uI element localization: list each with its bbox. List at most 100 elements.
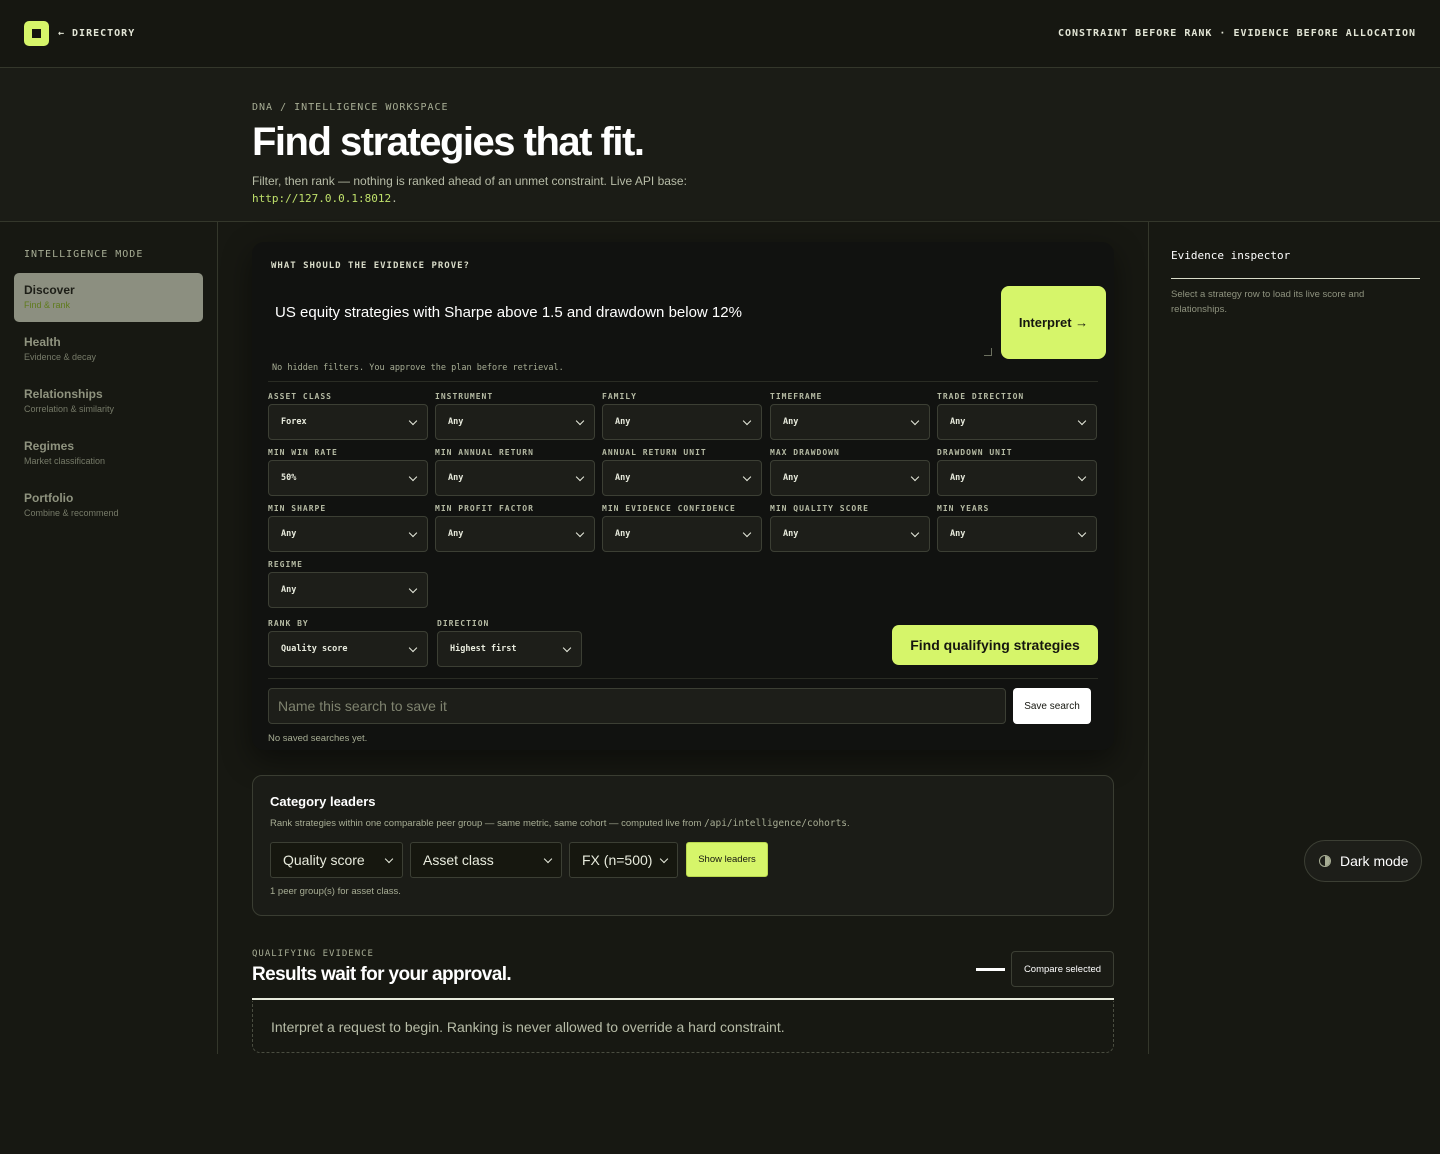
filter-label: DRAWDOWN UNIT (937, 448, 1013, 457)
filter-label: FAMILY (602, 392, 637, 401)
results-eyebrow: QUALIFYING EVIDENCE (252, 949, 374, 959)
interpret-button[interactable]: Interpret → (1001, 286, 1106, 359)
api-base-suffix: . (391, 192, 398, 205)
sidebar-item-regimes[interactable]: Regimes Market classification (14, 429, 203, 478)
chevron-down-icon (384, 854, 394, 864)
sidebar-item-health[interactable]: Health Evidence & decay (14, 325, 203, 374)
min-sharpe-select[interactable]: Any (268, 516, 428, 552)
find-strategies-button[interactable]: Find qualifying strategies (892, 625, 1098, 665)
select-value: Any (950, 417, 966, 427)
family-select[interactable]: Any (602, 404, 762, 440)
rank-by-field: RANK BY Quality score (268, 619, 428, 667)
sidebar-item-sub: Market classification (24, 456, 106, 466)
min-years-select[interactable]: Any (937, 516, 1097, 552)
leaders-metric-select[interactable]: Quality score (270, 842, 403, 878)
chevron-down-icon (910, 416, 920, 426)
instrument-select[interactable]: Any (435, 404, 595, 440)
resize-grip-icon[interactable] (984, 348, 992, 356)
sidebar-item-label: Health (24, 335, 61, 349)
select-value: FX (n=500) (582, 852, 653, 868)
select-value: Any (615, 417, 631, 427)
filter-min-quality-score: MIN QUALITY SCORE Any (770, 504, 930, 552)
rank-by-select[interactable]: Quality score (268, 631, 428, 667)
select-value: Any (783, 529, 799, 539)
filter-timeframe: TIMEFRAME Any (770, 392, 930, 440)
filter-label: REGIME (268, 560, 303, 569)
dark-mode-toggle[interactable]: Dark mode (1304, 840, 1422, 882)
api-base-url: http://127.0.0.1:8012 (252, 192, 392, 205)
saved-searches-note: No saved searches yet. (268, 733, 368, 744)
directory-link[interactable]: ← DIRECTORY (58, 28, 135, 39)
sidebar-heading: INTELLIGENCE MODE (24, 249, 144, 260)
query-textarea[interactable]: US equity strategies with Sharpe above 1… (271, 292, 993, 358)
tagline: CONSTRAINT BEFORE RANK · EVIDENCE BEFORE… (1057, 28, 1416, 39)
category-leaders-card: Category leaders Rank strategies within … (252, 775, 1114, 916)
chevron-down-icon (408, 416, 418, 426)
results-title: Results wait for your approval. (252, 964, 512, 985)
filter-min-sharpe: MIN SHARPE Any (268, 504, 428, 552)
select-value: Any (281, 585, 297, 595)
sidebar-item-portfolio[interactable]: Portfolio Combine & recommend (14, 481, 203, 530)
asset-class-select[interactable]: Forex (268, 404, 428, 440)
timeframe-select[interactable]: Any (770, 404, 930, 440)
select-value: Any (783, 473, 799, 483)
trade-direction-select[interactable]: Any (937, 404, 1097, 440)
inspector-rule (1171, 278, 1420, 279)
show-leaders-button[interactable]: Show leaders (686, 842, 768, 877)
page-title: Find strategies that fit. (252, 120, 645, 164)
min-quality-score-select[interactable]: Any (770, 516, 930, 552)
filter-min-win-rate: MIN WIN RATE 50% (268, 448, 428, 496)
filter-trade-direction: TRADE DIRECTION Any (937, 392, 1097, 440)
leaders-group-select[interactable]: Asset class (410, 842, 562, 878)
direction-field: DIRECTION Highest first (437, 619, 582, 667)
logo-icon[interactable] (24, 21, 49, 46)
chevron-down-icon (408, 584, 418, 594)
min-evidence-confidence-select[interactable]: Any (602, 516, 762, 552)
divider (268, 678, 1098, 679)
drawdown-unit-select[interactable]: Any (937, 460, 1097, 496)
filter-label: MIN YEARS (937, 504, 990, 513)
contrast-icon (1319, 855, 1331, 867)
filter-label: INSTRUMENT (435, 392, 494, 401)
leaders-cohort-select[interactable]: FX (n=500) (569, 842, 678, 878)
rank-by-label: RANK BY (268, 619, 309, 628)
annual-return-unit-select[interactable]: Any (602, 460, 762, 496)
chevron-down-icon (910, 472, 920, 482)
select-value: Highest first (450, 644, 517, 654)
compare-selected-button[interactable]: Compare selected (1011, 951, 1114, 987)
minus-icon (976, 968, 1005, 971)
filter-min-years: MIN YEARS Any (937, 504, 1097, 552)
filter-family: FAMILY Any (602, 392, 762, 440)
select-value: Any (615, 473, 631, 483)
leaders-subtitle-end: . (847, 818, 850, 829)
chevron-down-icon (408, 472, 418, 482)
select-value: Any (448, 529, 464, 539)
save-search-button[interactable]: Save search (1013, 688, 1091, 724)
filter-drawdown-unit: DRAWDOWN UNIT Any (937, 448, 1097, 496)
min-profit-factor-select[interactable]: Any (435, 516, 595, 552)
filter-label: MAX DRAWDOWN (770, 448, 840, 457)
max-drawdown-select[interactable]: Any (770, 460, 930, 496)
min-annual-return-select[interactable]: Any (435, 460, 595, 496)
query-label: WHAT SHOULD THE EVIDENCE PROVE? (271, 261, 470, 271)
select-value: Any (615, 529, 631, 539)
sidebar-item-label: Discover (24, 283, 75, 297)
filter-label: MIN SHARPE (268, 504, 327, 513)
results-empty-state: Interpret a request to begin. Ranking is… (252, 1001, 1114, 1053)
query-card: WHAT SHOULD THE EVIDENCE PROVE? US equit… (252, 242, 1114, 750)
sidebar-item-relationships[interactable]: Relationships Correlation & similarity (14, 377, 203, 426)
sidebar: INTELLIGENCE MODE Discover Find & rank H… (0, 222, 218, 1054)
chevron-down-icon (659, 854, 669, 864)
results-rule (252, 998, 1114, 1000)
save-search-input[interactable]: Name this search to save it (268, 688, 1006, 724)
direction-select[interactable]: Highest first (437, 631, 582, 667)
select-value: Any (783, 417, 799, 427)
sidebar-item-discover[interactable]: Discover Find & rank (14, 273, 203, 322)
filter-label: MIN WIN RATE (268, 448, 338, 457)
sidebar-item-label: Portfolio (24, 491, 74, 505)
select-value: Asset class (423, 852, 494, 868)
regime-select[interactable]: Any (268, 572, 428, 608)
filter-asset-class: ASSET CLASS Forex (268, 392, 428, 440)
min-win-rate-select[interactable]: 50% (268, 460, 428, 496)
filter-min-annual-return: MIN ANNUAL RETURN Any (435, 448, 595, 496)
